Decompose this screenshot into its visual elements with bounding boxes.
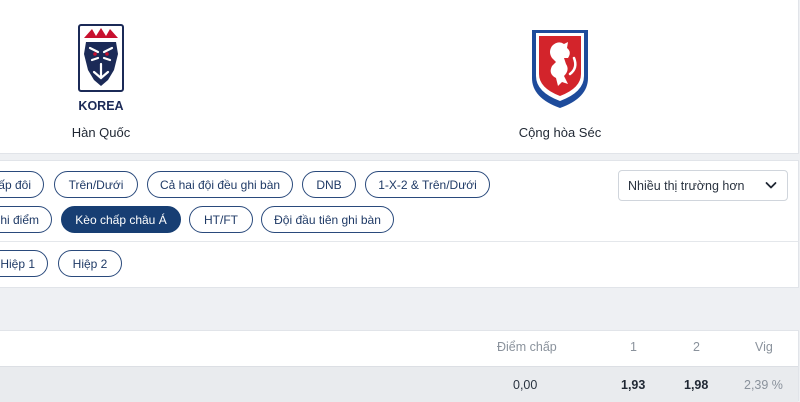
period-pill-first-half[interactable]: Hiệp 1 (0, 250, 48, 277)
table-row[interactable]: 0,00 1,93 1,98 2,39 % (0, 366, 798, 402)
market-pill-exact-score[interactable]: hi điểm (0, 206, 52, 233)
away-odds[interactable]: 1,98 (684, 367, 708, 402)
home-team-name: Hàn Quốc (71, 125, 131, 140)
more-markets-select[interactable]: Nhiều thị trường hơn (618, 170, 788, 201)
header-vig: Vig (755, 340, 773, 354)
match-header: KOREA Hàn Quốc Cộng hòa Séc (0, 0, 799, 154)
more-markets-label: Nhiều thị trường hơn (628, 178, 745, 193)
away-team-name: Cộng hòa Séc (518, 125, 602, 140)
market-pill-dnb[interactable]: DNB (302, 171, 356, 198)
odds-table: Điểm chấp 1 2 Vig 0,00 1,93 1,98 2,39 % (0, 330, 799, 402)
korea-tiger-crest-icon: KOREA (78, 24, 124, 113)
handicap-value: 0,00 (513, 377, 538, 392)
header-away: 2 (693, 340, 700, 354)
market-pill-both-teams-score[interactable]: Cả hai đội đều ghi bàn (147, 171, 293, 198)
market-filters: ấp đôi Trên/Dưới Cả hai đội đều ghi bàn … (0, 160, 799, 288)
market-pill-1x2-over-under[interactable]: 1-X-2 & Trên/Dưới (365, 171, 490, 198)
odds-table-header: Điểm chấp 1 2 Vig (0, 331, 798, 363)
vig-value: 2,39 % (744, 377, 783, 392)
korea-logo-wordmark: KOREA (78, 99, 123, 113)
home-odds[interactable]: 1,93 (621, 367, 645, 402)
chevron-down-icon (765, 182, 777, 189)
market-pill-ht-ft[interactable]: HT/FT (189, 206, 253, 233)
filters-divider (0, 241, 798, 242)
period-pill-second-half[interactable]: Hiệp 2 (58, 250, 122, 277)
header-handicap: Điểm chấp (497, 340, 557, 354)
market-pill-double-chance[interactable]: ấp đôi (0, 171, 44, 198)
market-pill-asian-handicap[interactable]: Kèo chấp châu Á (61, 206, 181, 233)
czech-lion-crest-icon (532, 30, 588, 108)
market-pill-first-goal[interactable]: Đội đầu tiên ghi bàn (261, 206, 394, 233)
market-pill-over-under[interactable]: Trên/Dưới (54, 171, 138, 198)
header-home: 1 (630, 340, 637, 354)
